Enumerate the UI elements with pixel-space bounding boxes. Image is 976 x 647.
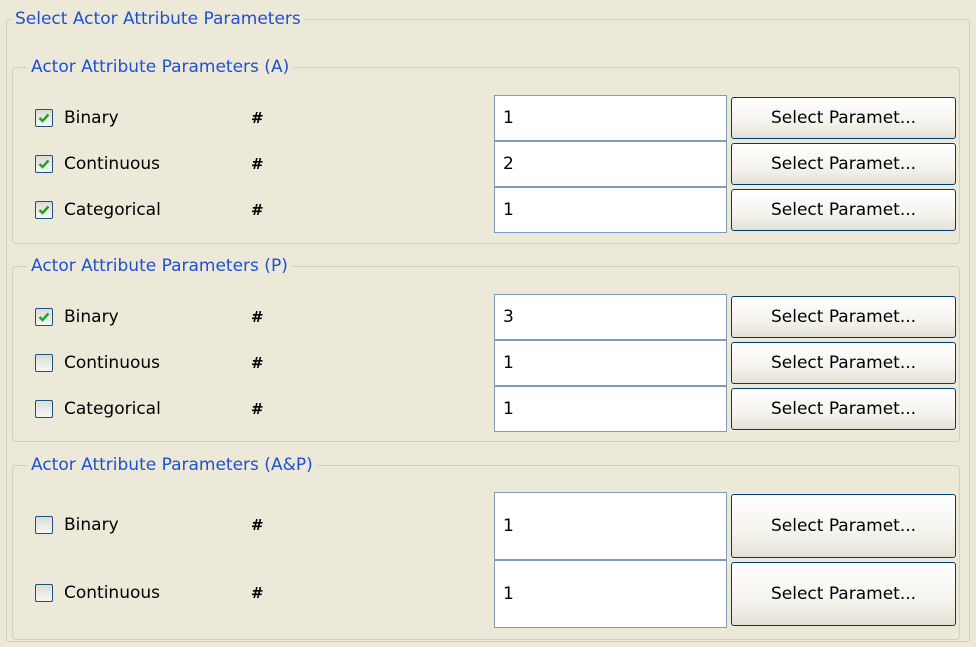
binary-checkbox[interactable] bbox=[35, 516, 53, 534]
count-hash-label: # bbox=[251, 400, 264, 418]
check-mark-icon bbox=[38, 113, 50, 123]
group-a-title: Actor Attribute Parameters (A) bbox=[27, 57, 294, 77]
continuous-checkbox[interactable] bbox=[35, 584, 53, 602]
checkbox-label: Binary bbox=[64, 108, 119, 128]
categorical-checkbox[interactable] bbox=[35, 201, 53, 219]
count-hash-label: # bbox=[251, 201, 264, 219]
check-mark-icon bbox=[38, 159, 50, 169]
select-parameters-button[interactable]: Select Paramet... bbox=[731, 97, 956, 139]
count-hash-label: # bbox=[251, 308, 264, 326]
checkbox-label: Continuous bbox=[64, 353, 161, 373]
count-field[interactable] bbox=[494, 95, 727, 141]
count-hash-label: # bbox=[251, 354, 264, 372]
checkbox-label: Continuous bbox=[64, 583, 161, 603]
continuous-checkbox[interactable] bbox=[35, 155, 53, 173]
check-mark-icon bbox=[38, 312, 50, 322]
group-ap-title: Actor Attribute Parameters (A&P) bbox=[27, 455, 317, 475]
checkbox-label: Continuous bbox=[64, 154, 161, 174]
select-parameters-button[interactable]: Select Paramet... bbox=[731, 562, 956, 626]
count-hash-label: # bbox=[251, 584, 264, 602]
select-parameters-button[interactable]: Select Paramet... bbox=[731, 296, 956, 338]
continuous-checkbox[interactable] bbox=[35, 354, 53, 372]
count-hash-label: # bbox=[251, 109, 264, 127]
count-field[interactable] bbox=[494, 187, 727, 233]
count-field[interactable] bbox=[494, 560, 727, 628]
count-field[interactable] bbox=[494, 340, 727, 386]
categorical-checkbox[interactable] bbox=[35, 400, 53, 418]
select-parameters-button[interactable]: Select Paramet... bbox=[731, 388, 956, 430]
checkbox-label: Categorical bbox=[64, 399, 161, 419]
select-parameters-button[interactable]: Select Paramet... bbox=[731, 342, 956, 384]
select-parameters-button[interactable]: Select Paramet... bbox=[731, 189, 956, 231]
select-parameters-button[interactable]: Select Paramet... bbox=[731, 494, 956, 558]
count-field[interactable] bbox=[494, 294, 727, 340]
outer-group-title: Select Actor Attribute Parameters bbox=[12, 9, 304, 29]
count-hash-label: # bbox=[251, 516, 264, 534]
select-parameters-button[interactable]: Select Paramet... bbox=[731, 143, 956, 185]
checkbox-label: Binary bbox=[64, 515, 119, 535]
group-p-title: Actor Attribute Parameters (P) bbox=[27, 256, 292, 276]
binary-checkbox[interactable] bbox=[35, 109, 53, 127]
check-mark-icon bbox=[38, 205, 50, 215]
checkbox-label: Categorical bbox=[64, 200, 161, 220]
count-field[interactable] bbox=[494, 141, 727, 187]
checkbox-label: Binary bbox=[64, 307, 119, 327]
binary-checkbox[interactable] bbox=[35, 308, 53, 326]
count-hash-label: # bbox=[251, 155, 264, 173]
count-field[interactable] bbox=[494, 386, 727, 432]
parameters-panel: Select Actor Attribute Parameters Actor … bbox=[0, 0, 976, 647]
count-field[interactable] bbox=[494, 492, 727, 560]
